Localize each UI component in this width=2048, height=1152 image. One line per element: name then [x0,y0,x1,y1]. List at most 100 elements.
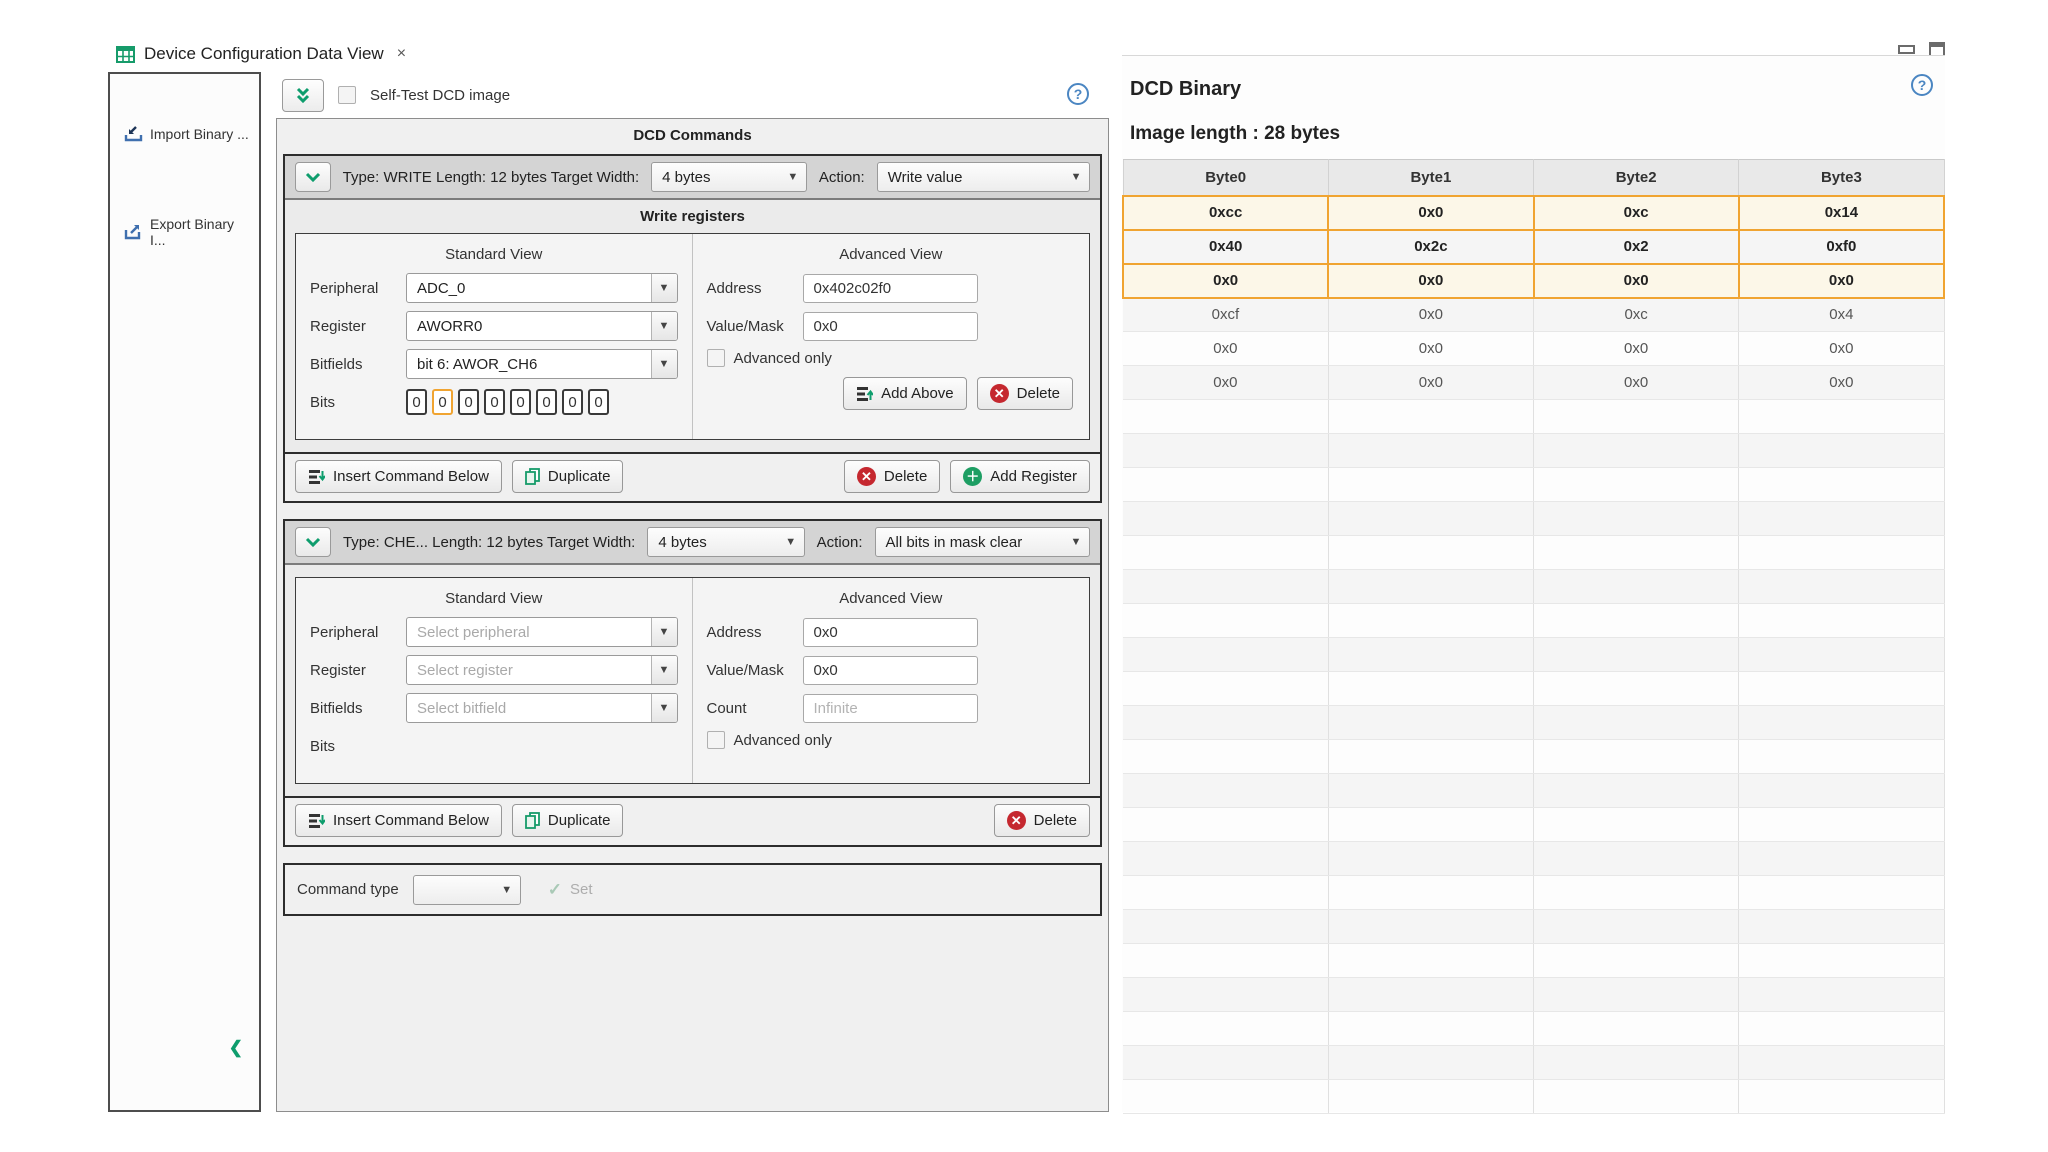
byte-cell-empty [1328,910,1533,944]
command-type-dropdown[interactable]: ▼ [413,875,521,905]
set-button[interactable]: ✓ Set [535,873,606,906]
bit-box[interactable]: 0 [510,389,531,415]
delete-icon: ✕ [857,467,876,486]
byte-cell: 0x0 [1739,332,1944,366]
insert-command-below-button[interactable]: Insert Command Below [295,804,502,837]
value-mask-input[interactable] [803,312,978,341]
byte-cell: 0xcc [1123,196,1328,230]
byte-cell-empty [1534,706,1739,740]
table-row[interactable]: 0xcf0x00xc0x4 [1123,298,1944,332]
table-row-empty [1123,604,1944,638]
byte-cell-empty [1123,876,1328,910]
register-dropdown[interactable]: AWORR0 ▼ [406,311,678,341]
byte-cell-empty [1534,502,1739,536]
target-width-dropdown[interactable]: 4 bytes ▼ [647,527,804,557]
table-grid-icon [116,46,135,63]
help-icon[interactable]: ? [1911,74,1933,96]
byte-cell-empty [1123,978,1328,1012]
delete-command-button[interactable]: ✕ Delete [844,460,940,493]
bit-box[interactable]: 0 [406,389,427,415]
target-width-dropdown[interactable]: 4 bytes ▼ [651,162,807,192]
bitfields-dropdown[interactable]: bit 6: AWOR_CH6 ▼ [406,349,678,379]
address-input[interactable] [803,274,978,303]
register-dropdown[interactable]: Select register ▼ [406,655,678,685]
collapse-command-button[interactable] [295,162,331,192]
delete-register-button[interactable]: ✕ Delete [977,377,1073,410]
export-icon [124,224,143,240]
column-header: Byte3 [1739,160,1944,196]
byte-cell-empty [1123,1046,1328,1080]
table-row[interactable]: 0x00x00x00x0 [1123,264,1944,298]
bit-box[interactable]: 0 [458,389,479,415]
write-registers-title: Write registers [285,200,1100,233]
view-tab[interactable]: Device Configuration Data View × [106,36,416,72]
collapse-all-button[interactable] [282,79,324,112]
bit-box[interactable]: 0 [484,389,505,415]
byte-cell-empty [1739,502,1944,536]
collapse-sidebar-icon[interactable]: ❮ [229,1038,243,1058]
peripheral-dropdown[interactable]: Select peripheral ▼ [406,617,678,647]
byte-cell-empty [1739,672,1944,706]
collapse-command-button[interactable] [295,527,331,557]
chevron-down-icon: ▼ [651,312,677,340]
peripheral-label: Peripheral [310,280,406,297]
duplicate-button[interactable]: Duplicate [512,804,624,837]
peripheral-dropdown[interactable]: ADC_0 ▼ [406,273,678,303]
add-register-button[interactable]: ＋ Add Register [950,460,1090,493]
import-binary-button[interactable]: Import Binary ... [110,118,259,150]
byte-cell-empty [1123,774,1328,808]
byte-cell-empty [1534,468,1739,502]
bitfields-dropdown[interactable]: Select bitfield ▼ [406,693,678,723]
help-icon[interactable]: ? [1067,83,1089,105]
byte-cell-empty [1534,842,1739,876]
advanced-only-checkbox[interactable] [707,349,725,367]
table-row[interactable]: 0x00x00x00x0 [1123,332,1944,366]
standard-view-title: Standard View [310,242,678,273]
byte-cell-empty [1739,774,1944,808]
byte-cell-empty [1739,400,1944,434]
minimize-icon[interactable] [1898,45,1915,54]
table-row-empty [1123,808,1944,842]
advanced-only-checkbox[interactable] [707,731,725,749]
action-dropdown[interactable]: Write value ▼ [877,162,1090,192]
column-header: Byte1 [1328,160,1533,196]
self-test-checkbox[interactable] [338,86,356,104]
add-above-button[interactable]: Add Above [843,377,967,410]
delete-command-button[interactable]: ✕ Delete [994,804,1090,837]
command-block-check[interactable]: Type: CHE... Length: 12 bytes Target Wid… [283,519,1102,847]
action-label: Action: [819,169,865,186]
table-row[interactable]: 0x00x00x00x0 [1123,366,1944,400]
byte-cell-empty [1534,570,1739,604]
byte-cell-empty [1328,740,1533,774]
byte-cell-empty [1739,1046,1944,1080]
byte-cell-empty [1123,1080,1328,1114]
byte-cell-empty [1534,434,1739,468]
bit-box[interactable]: 0 [432,389,453,415]
tab-close-icon[interactable]: × [397,45,406,63]
count-input[interactable] [803,694,978,723]
value-mask-label: Value/Mask [707,318,803,335]
table-row-empty [1123,910,1944,944]
action-dropdown[interactable]: All bits in mask clear ▼ [875,527,1091,557]
byte-cell-empty [1534,808,1739,842]
table-row[interactable]: 0xcc0x00xc0x14 [1123,196,1944,230]
command-block-write[interactable]: Type: WRITE Length: 12 bytes Target Widt… [283,154,1102,503]
byte-cell-empty [1534,1046,1739,1080]
export-binary-button[interactable]: Export Binary I... [110,208,259,256]
bit-box[interactable]: 0 [588,389,609,415]
bit-box[interactable]: 0 [562,389,583,415]
duplicate-button[interactable]: Duplicate [512,460,624,493]
tab-title: Device Configuration Data View [144,44,384,64]
value-mask-input[interactable] [803,656,978,685]
byte-cell-empty [1534,672,1739,706]
byte-cell-empty [1534,740,1739,774]
byte-cell-empty [1739,1012,1944,1046]
check-icon: ✓ [548,880,562,900]
insert-command-below-button[interactable]: Insert Command Below [295,460,502,493]
bit-box[interactable]: 0 [536,389,557,415]
byte-cell-empty [1328,706,1533,740]
delete-icon: ✕ [1007,811,1026,830]
table-row[interactable]: 0x400x2c0x20xf0 [1123,230,1944,264]
byte-cell-empty [1739,638,1944,672]
address-input[interactable] [803,618,978,647]
